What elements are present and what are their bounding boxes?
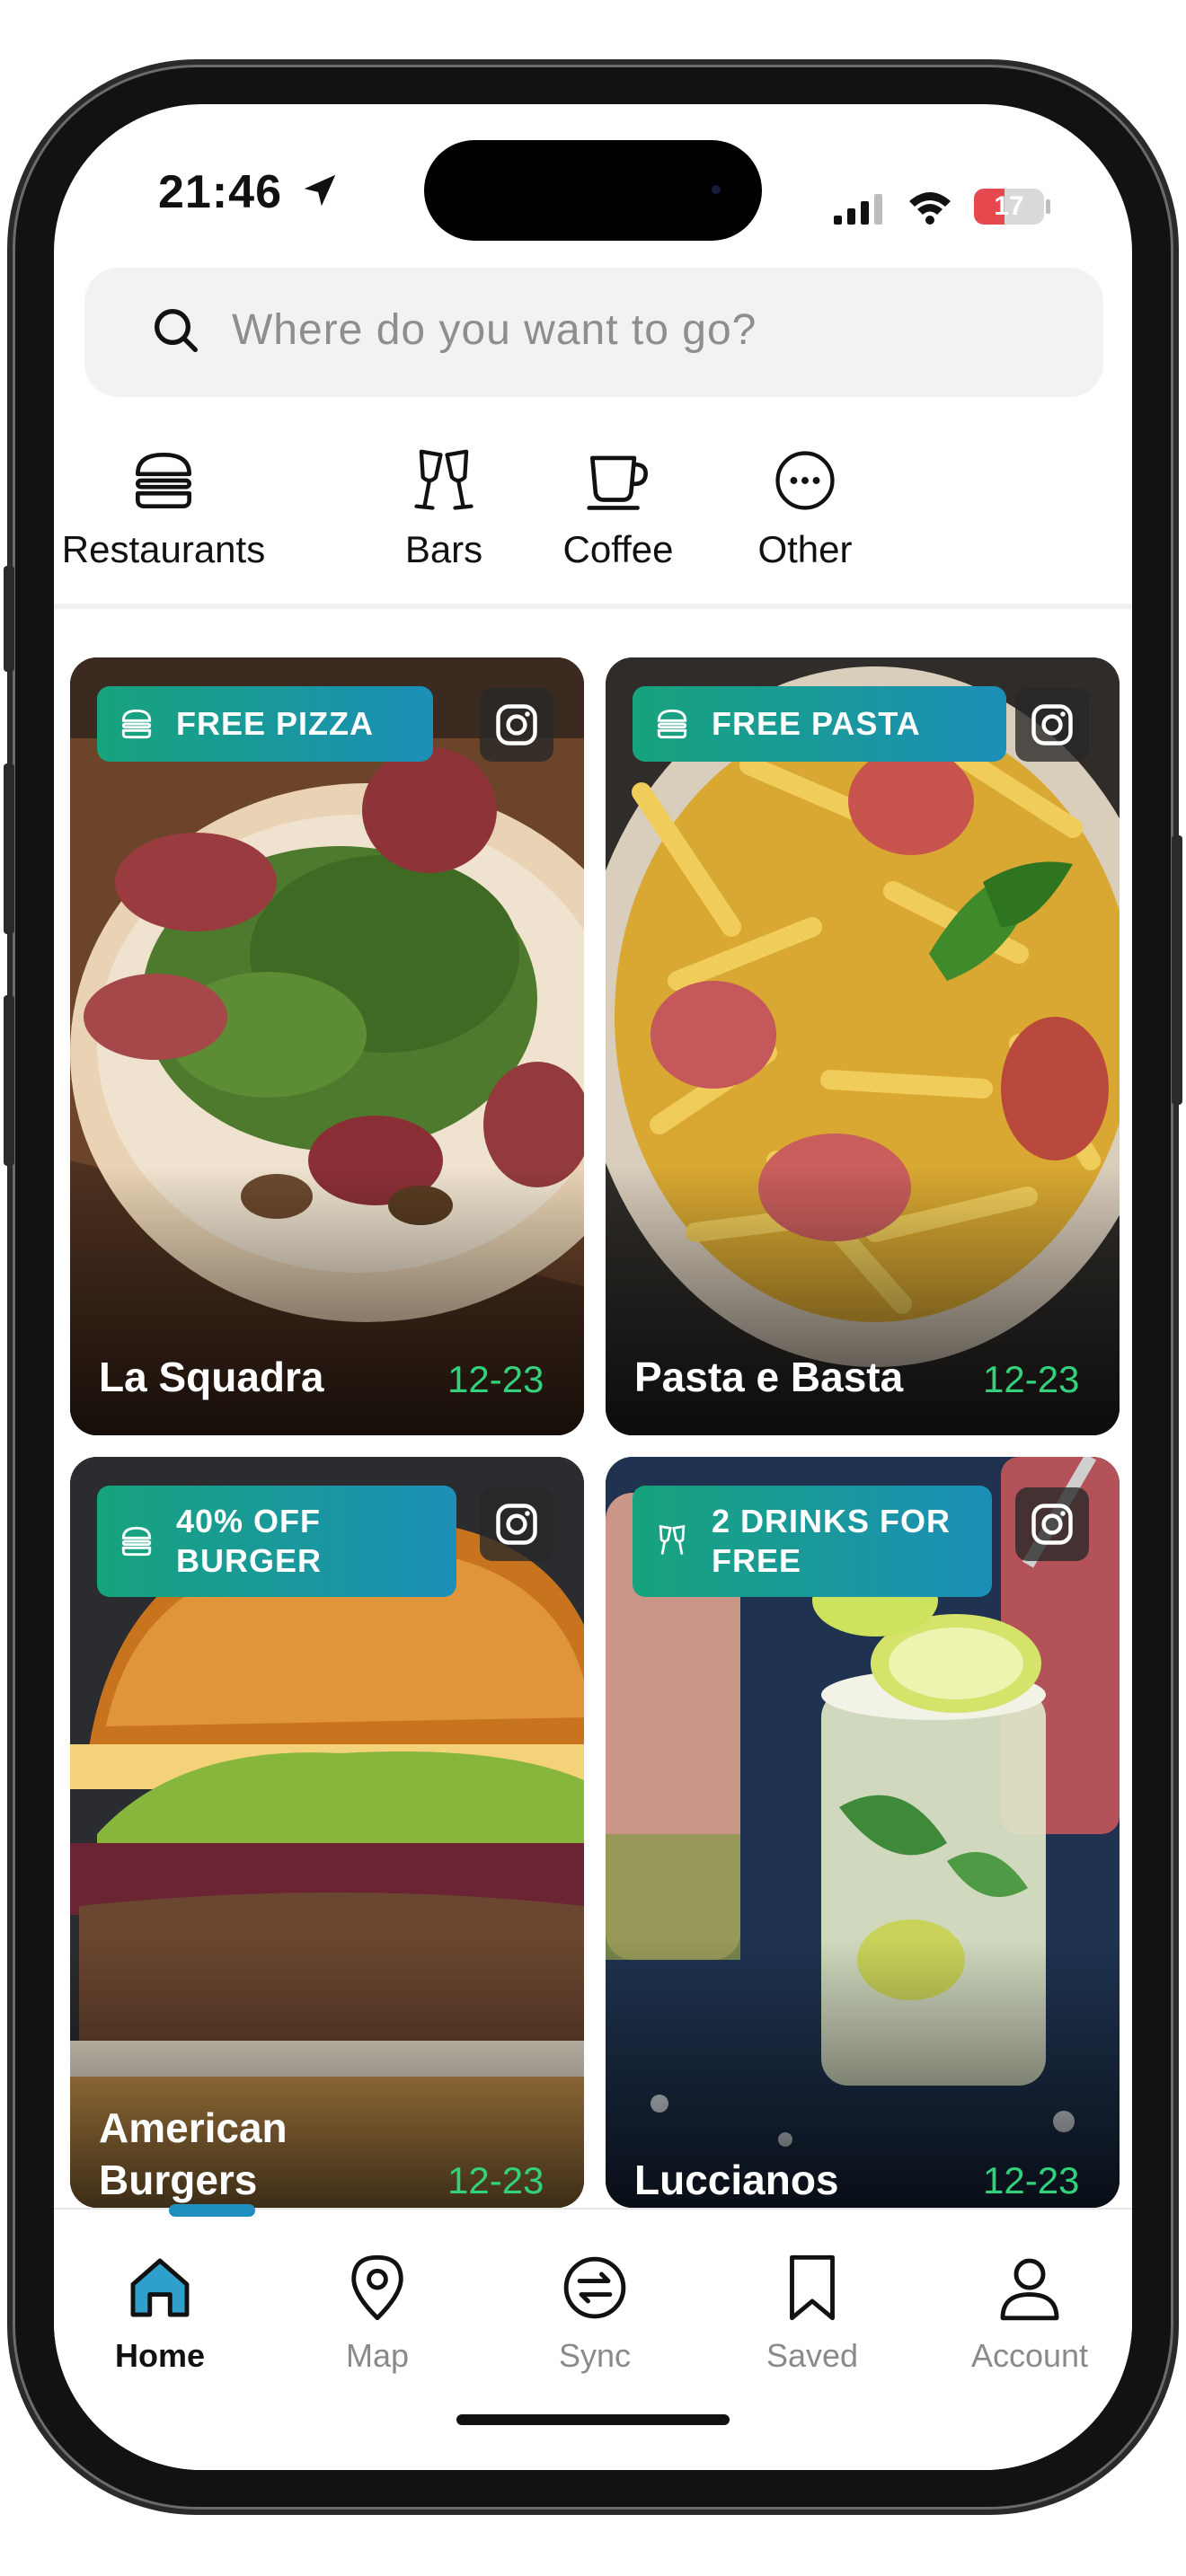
restaurant-card[interactable]: 2 DRINKS FOR FREE Luccianos 12-23 [606,1457,1120,2208]
cheers-icon [414,449,474,510]
restaurant-name: La Squadra [99,1354,324,1400]
instagram-button[interactable] [480,688,553,762]
instagram-button[interactable] [1015,1487,1089,1561]
restaurant-name: Luccianos [634,2157,839,2203]
offer-badge: FREE PIZZA [97,686,433,762]
instagram-button[interactable] [1015,688,1089,762]
volume-up-button [4,763,14,934]
restaurant-name: American Burgers [99,2104,288,2203]
status-time: 21:46 [158,165,341,219]
badge-text: FREE PASTA [712,705,921,742]
restaurant-card[interactable]: FREE PASTA Pasta e Basta 12-23 [606,657,1120,1435]
category-restaurants[interactable]: Restaurants [54,442,273,571]
offer-badge: FREE PASTA [633,686,1006,762]
power-button [1172,835,1182,1105]
location-arrow-icon [305,174,336,207]
instagram-icon [496,1504,537,1545]
instagram-icon [1031,704,1073,745]
phone-screen: 21:46 17 Where do you want to go? Restau… [54,104,1132,2470]
category-bars[interactable]: Bars [372,442,516,571]
instagram-icon [1031,1504,1073,1545]
instagram-icon [496,704,537,745]
battery-percent: 17 [994,191,1024,221]
badge-text: 2 DRINKS FOR FREE [712,1503,951,1579]
coffee-cup-icon [587,455,648,510]
badge-text: 40% OFF BURGER [176,1503,323,1579]
restaurant-card[interactable]: 40% OFF BURGER American Burgers 12-23 [70,1457,584,2208]
offer-date: 12-23 [983,2159,1080,2201]
tab-map[interactable]: Map [288,2247,467,2375]
home-icon [130,2258,190,2317]
burger-icon [121,709,152,739]
tab-label: Map [345,2337,410,2374]
category-other[interactable]: Other [733,442,877,571]
badge-text: FREE PIZZA [176,705,375,742]
tab-label: Home [114,2337,206,2374]
battery-indicator: 17 [974,189,1044,225]
burger-icon [121,1526,152,1557]
sync-icon [563,2256,626,2319]
burger-icon [657,709,687,739]
battery-cap [1046,199,1050,214]
user-icon [1000,2258,1059,2321]
instagram-button[interactable] [480,1487,553,1561]
burger-icon [136,453,191,508]
offer-date: 12-23 [447,2159,544,2201]
map-pin-icon [351,2254,403,2321]
offer-date: 12-23 [447,1358,544,1400]
category-label: Bars [404,528,483,570]
offer-date: 12-23 [983,1358,1080,1400]
tab-saved[interactable]: Saved [722,2247,902,2375]
search-icon [155,309,198,352]
cellular-signal-icon [834,194,882,225]
cheers-icon [659,1524,686,1555]
search-placeholder: Where do you want to go? [232,306,757,354]
restaurant-card[interactable]: FREE PIZZA La Squadra 12-23 [70,657,584,1435]
offer-badge: 2 DRINKS FOR FREE [633,1486,992,1597]
tab-label: Saved [766,2337,859,2374]
category-label: Coffee [562,528,674,570]
search-bar[interactable]: Where do you want to go? [84,268,1103,397]
camera-dot [712,185,721,194]
more-icon [775,451,835,510]
category-label: Restaurants [61,528,266,570]
tab-home[interactable]: Home [70,2247,250,2375]
category-coffee[interactable]: Coffee [546,442,690,571]
offer-badge: 40% OFF BURGER [97,1486,456,1597]
restaurant-name: Pasta e Basta [634,1354,904,1400]
category-label: Other [757,528,853,570]
tab-label: Sync [558,2337,632,2374]
bookmark-icon [790,2254,835,2321]
wifi-icon [909,192,951,225]
volume-down-button [4,995,14,1166]
action-button [4,566,14,672]
scroll-indicator [169,2204,255,2217]
tab-sync[interactable]: Sync [505,2247,685,2375]
home-indicator[interactable] [456,2414,730,2425]
tab-account[interactable]: Account [940,2247,1120,2375]
tab-label: Account [970,2337,1089,2374]
section-divider [54,604,1132,609]
